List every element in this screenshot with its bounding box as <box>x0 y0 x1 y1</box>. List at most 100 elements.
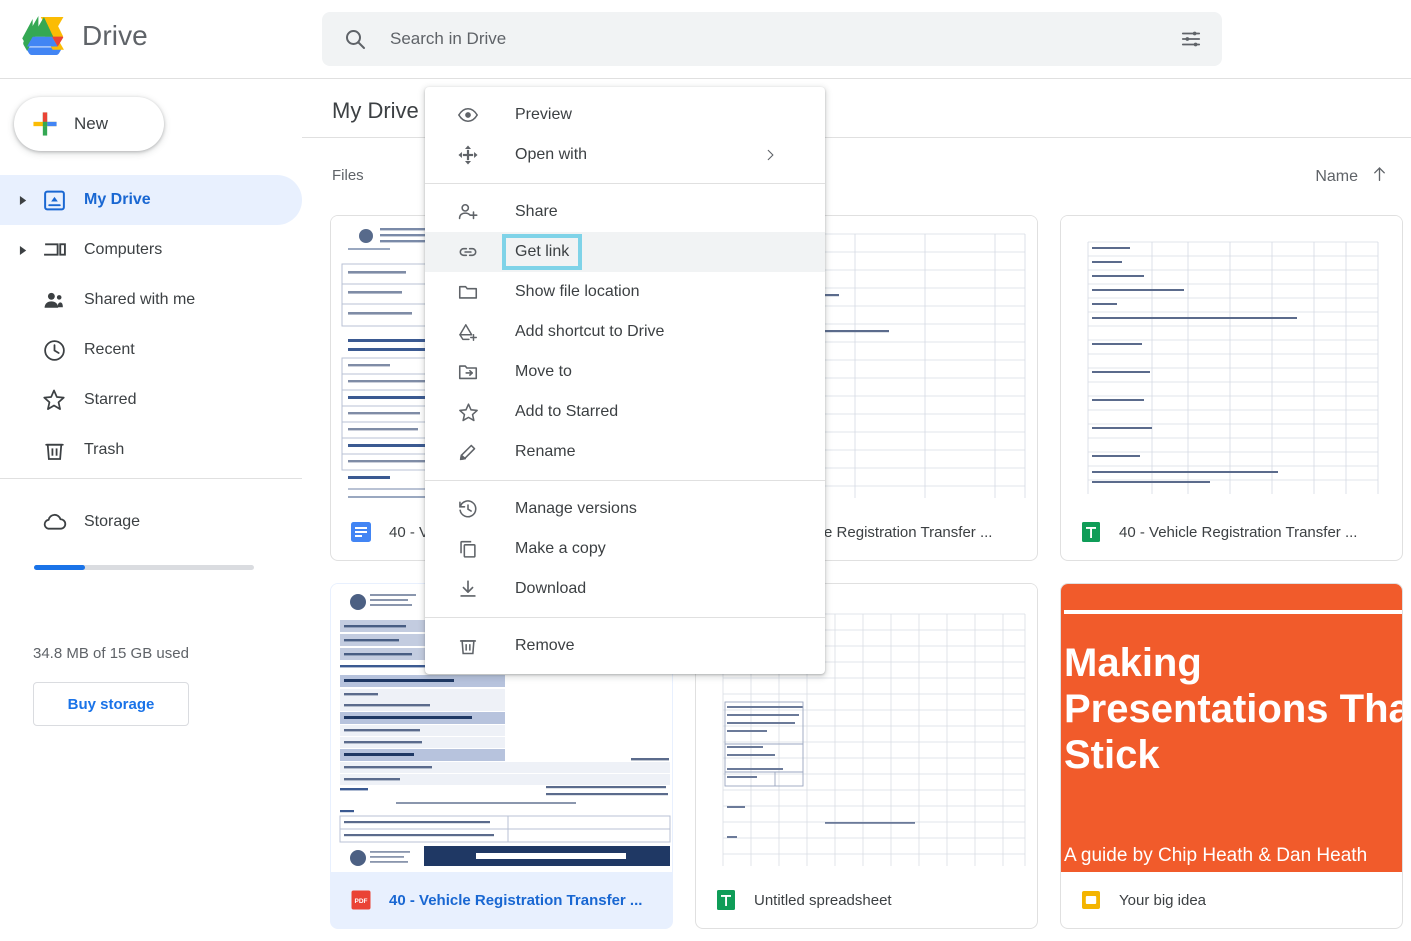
menu-item-add-shortcut-to-drive[interactable]: Add shortcut to Drive <box>425 312 825 352</box>
file-name: 40 - Vehicle Registration Transfer ... <box>1119 523 1358 541</box>
sort-label: Name <box>1315 167 1358 185</box>
search-bar[interactable] <box>322 12 1222 66</box>
menu-item-manage-versions[interactable]: Manage versions <box>425 489 825 529</box>
search-icon[interactable] <box>322 27 388 51</box>
new-button[interactable]: New <box>14 97 164 151</box>
sidebar-item-label: My Drive <box>84 191 151 208</box>
slide-title-line-2: Presentations That <box>1064 687 1402 731</box>
file-name: Your big idea <box>1119 891 1207 909</box>
download-icon <box>455 577 481 601</box>
brand: Drive <box>22 16 148 56</box>
file-card-footer: Untitled spreadsheet <box>696 872 1037 928</box>
menu-item-get-link[interactable]: Get link <box>425 232 825 272</box>
menu-item-label: Rename <box>515 443 576 460</box>
sidebar-item-trash[interactable]: Trash <box>0 425 302 475</box>
search-input[interactable] <box>388 28 1160 50</box>
menu-item-show-file-location[interactable]: Show file location <box>425 272 825 312</box>
file-name: 40 - Vehicle Registration Transfer ... <box>389 891 643 909</box>
sidebar-divider <box>0 478 302 479</box>
computers-icon <box>34 238 74 263</box>
sidebar-item-starred[interactable]: Starred <box>0 375 302 425</box>
file-name: Untitled spreadsheet <box>754 891 892 909</box>
drive-logo-icon <box>22 16 64 55</box>
expand-caret-icon[interactable] <box>12 245 34 256</box>
slide-title-line-3: Stick <box>1064 733 1160 777</box>
files-section-label: Files <box>332 167 364 184</box>
folder-icon <box>455 280 481 304</box>
menu-item-label: Remove <box>515 637 575 654</box>
storage-label: Storage <box>84 513 141 530</box>
menu-separator <box>425 183 825 184</box>
storage-usage-text: 34.8 MB of 15 GB used <box>33 645 189 662</box>
menu-item-label: Open with <box>515 146 588 163</box>
menu-separator <box>425 617 825 618</box>
pdf-icon: PDF <box>351 890 371 910</box>
sidebar-item-label: Recent <box>84 341 135 358</box>
star-icon <box>455 400 481 424</box>
menu-item-download[interactable]: Download <box>425 569 825 609</box>
add-shortcut-icon <box>455 320 481 344</box>
google-slides-icon <box>1082 891 1100 909</box>
menu-item-label: Manage versions <box>515 500 637 517</box>
svg-text:PDF: PDF <box>355 898 368 905</box>
file-card-footer: 40 - Vehicle Registration Transfer ... <box>1061 504 1402 560</box>
plus-icon <box>33 112 57 136</box>
storage-progress-fill <box>34 565 85 570</box>
slide-title-line-1: Making <box>1064 641 1202 685</box>
arrow-up-icon[interactable] <box>1370 164 1389 189</box>
sidebar-item-computers[interactable]: Computers <box>0 225 302 275</box>
trash-icon <box>455 634 481 658</box>
open-with-icon <box>455 143 481 167</box>
menu-item-label: Add to Starred <box>515 403 619 420</box>
sidebar-item-recent[interactable]: Recent <box>0 325 302 375</box>
expand-caret-icon[interactable] <box>12 195 34 206</box>
buy-storage-button[interactable]: Buy storage <box>33 682 189 726</box>
tune-options-icon[interactable] <box>1160 28 1222 50</box>
sidebar-item-label: Starred <box>84 391 137 408</box>
spreadsheet-grid-thumbnail <box>1061 216 1402 504</box>
google-sheets-icon <box>1082 522 1100 542</box>
sidebar-item-label: Shared with me <box>84 291 196 308</box>
top-bar: Drive <box>0 0 1411 78</box>
menu-item-label: Get link <box>501 234 583 270</box>
context-menu: Preview Open with Share Get link Show fi… <box>425 87 825 674</box>
sidebar-item-label: Computers <box>84 241 163 258</box>
menu-item-label: Show file location <box>515 283 640 300</box>
menu-item-label: Add shortcut to Drive <box>515 323 665 340</box>
my-drive-icon <box>34 188 74 213</box>
clock-icon <box>34 338 74 363</box>
sidebar: New My Drive Computers Shared with me Re… <box>0 79 302 941</box>
menu-item-label: Make a copy <box>515 540 606 557</box>
menu-item-make-a-copy[interactable]: Make a copy <box>425 529 825 569</box>
menu-item-label: Preview <box>515 106 572 123</box>
file-thumbnail: Making Presentations That Stick A guide … <box>1061 584 1402 872</box>
sidebar-nav: My Drive Computers Shared with me Recent… <box>0 175 302 475</box>
move-to-icon <box>455 360 481 384</box>
history-icon <box>455 497 481 521</box>
file-card[interactable]: 40 - Vehicle Registration Transfer ... <box>1060 215 1403 561</box>
menu-item-share[interactable]: Share <box>425 192 825 232</box>
menu-item-open-with[interactable]: Open with <box>425 135 825 175</box>
menu-item-add-to-starred[interactable]: Add to Starred <box>425 392 825 432</box>
menu-item-rename[interactable]: Rename <box>425 432 825 472</box>
menu-item-remove[interactable]: Remove <box>425 626 825 666</box>
file-card[interactable]: Making Presentations That Stick A guide … <box>1060 583 1403 929</box>
storage-progress-bar <box>34 565 254 570</box>
menu-item-preview[interactable]: Preview <box>425 95 825 135</box>
trash-icon <box>34 438 74 463</box>
copy-icon <box>455 537 481 561</box>
people-icon <box>34 288 74 313</box>
file-card-footer: Your big idea <box>1061 872 1402 928</box>
slide-subtitle: A guide by Chip Heath & Dan Heath <box>1064 845 1367 866</box>
slide-cover-thumbnail: Making Presentations That Stick A guide … <box>1061 584 1402 872</box>
menu-item-label: Download <box>515 580 587 597</box>
star-icon <box>34 387 74 413</box>
file-thumbnail <box>1061 216 1402 504</box>
sidebar-item-storage[interactable]: Storage <box>12 497 140 547</box>
cloud-icon <box>34 509 74 536</box>
google-sheets-icon <box>717 890 735 910</box>
menu-item-move-to[interactable]: Move to <box>425 352 825 392</box>
sort-control[interactable]: Name <box>1315 164 1389 189</box>
sidebar-item-shared-with-me[interactable]: Shared with me <box>0 275 302 325</box>
sidebar-item-my-drive[interactable]: My Drive <box>0 175 302 225</box>
